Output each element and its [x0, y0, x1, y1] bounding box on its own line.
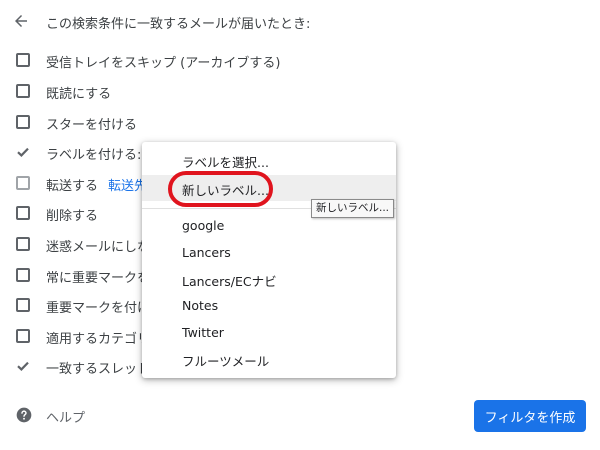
never-spam-checkbox[interactable]: [16, 237, 30, 251]
menu-item-label-lancers[interactable]: Lancers: [142, 240, 396, 266]
apply-label-checkbox[interactable]: [16, 145, 30, 159]
matching-threads-checkbox[interactable]: [16, 359, 30, 373]
menu-item-label-notes[interactable]: Notes: [142, 293, 396, 319]
help-label: ヘルプ: [46, 411, 86, 426]
menu-item-label-fruit-mail[interactable]: フルーツメール: [142, 346, 396, 372]
label-dropdown-menu: ラベルを選択... 新しいラベル... google Lancers Lance…: [142, 142, 396, 378]
always-important-checkbox[interactable]: [16, 268, 30, 282]
option-label: 既読にする: [46, 87, 112, 102]
option-label: 削除する: [46, 209, 99, 224]
help-icon: [16, 407, 32, 423]
menu-item-label: Notes: [182, 298, 219, 313]
forward-checkbox[interactable]: [16, 176, 30, 190]
menu-item-label: フルーツメール: [182, 354, 270, 369]
option-label: 重要マークを付け: [46, 301, 151, 316]
menu-item-label: 新しいラベル...: [182, 183, 269, 198]
menu-item-select-label[interactable]: ラベルを選択...: [142, 147, 396, 173]
menu-item-label: Lancers: [182, 245, 231, 260]
filter-header: この検索条件に一致するメールが届いたとき:: [0, 0, 600, 44]
skip-inbox-checkbox[interactable]: [16, 53, 30, 67]
menu-item-label-lancers-ecnavi[interactable]: Lancers/ECナビ: [142, 266, 396, 292]
menu-item-label: google: [182, 218, 225, 233]
option-label: 常に重要マークを: [46, 271, 151, 286]
back-arrow-icon[interactable]: [12, 12, 30, 30]
mark-read-checkbox[interactable]: [16, 84, 30, 98]
delete-checkbox[interactable]: [16, 206, 30, 220]
option-label: 受信トレイをスキップ (アーカイブする): [46, 56, 281, 71]
category-checkbox[interactable]: [16, 329, 30, 343]
checkmark-icon: [17, 361, 29, 371]
option-label: 適用するカテゴリ: [46, 332, 151, 347]
option-label: 迷惑メールにしな: [46, 240, 151, 255]
menu-item-new-label[interactable]: 新しいラベル...: [142, 175, 396, 201]
option-label: スターを付ける: [46, 118, 138, 133]
option-label: ラベルを付ける:: [46, 148, 142, 163]
create-filter-button[interactable]: フィルタを作成: [474, 400, 586, 432]
help-link[interactable]: ヘルプ: [0, 400, 300, 430]
menu-item-label-twitter[interactable]: Twitter: [142, 320, 396, 346]
header-title: この検索条件に一致するメールが届いたとき:: [46, 17, 311, 32]
option-label: 転送する: [46, 179, 99, 194]
never-important-checkbox[interactable]: [16, 298, 30, 312]
menu-item-label: Twitter: [182, 325, 224, 340]
option-star[interactable]: スターを付ける: [0, 108, 600, 138]
menu-item-label: ラベルを選択...: [182, 155, 269, 170]
checkmark-icon: [17, 147, 29, 157]
menu-item-label: Lancers/ECナビ: [182, 274, 277, 289]
tooltip: 新しいラベル...: [311, 199, 395, 218]
option-mark-read[interactable]: 既読にする: [0, 77, 600, 107]
option-label: 一致するスレッド: [46, 362, 151, 377]
option-skip-inbox[interactable]: 受信トレイをスキップ (アーカイブする): [0, 46, 600, 76]
star-checkbox[interactable]: [16, 115, 30, 129]
